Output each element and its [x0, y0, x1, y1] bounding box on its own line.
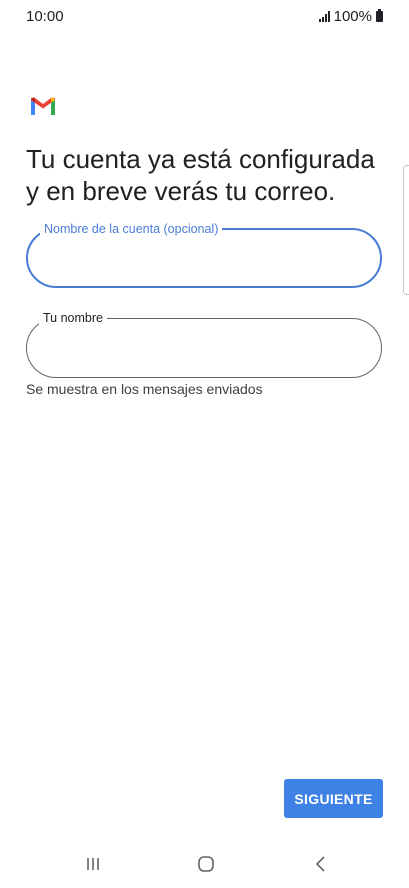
- status-time: 10:00: [26, 8, 64, 25]
- recents-icon[interactable]: [78, 853, 108, 875]
- your-name-field[interactable]: Tu nombre: [26, 310, 382, 378]
- next-button[interactable]: SIGUIENTE: [284, 779, 383, 818]
- status-right: 100%: [318, 8, 383, 25]
- status-bar: 10:00 100%: [0, 0, 409, 36]
- back-icon[interactable]: [306, 853, 336, 875]
- gmail-logo-icon: [31, 97, 55, 115]
- your-name-helper-text: Se muestra en los mensajes enviados: [26, 381, 263, 397]
- account-name-label: Nombre de la cuenta (opcional): [40, 221, 223, 237]
- home-icon[interactable]: [191, 853, 221, 875]
- account-name-field[interactable]: Nombre de la cuenta (opcional): [26, 221, 382, 288]
- edge-panel-handle[interactable]: [403, 165, 409, 295]
- your-name-label: Tu nombre: [39, 310, 107, 326]
- navigation-bar: [0, 845, 409, 888]
- signal-icon: [318, 11, 330, 22]
- battery-percentage: 100%: [333, 8, 372, 25]
- page-title: Tu cuenta ya está configurada y en breve…: [26, 144, 375, 206]
- account-name-input[interactable]: [48, 244, 362, 274]
- your-name-input[interactable]: [47, 333, 361, 363]
- battery-icon: [376, 9, 383, 22]
